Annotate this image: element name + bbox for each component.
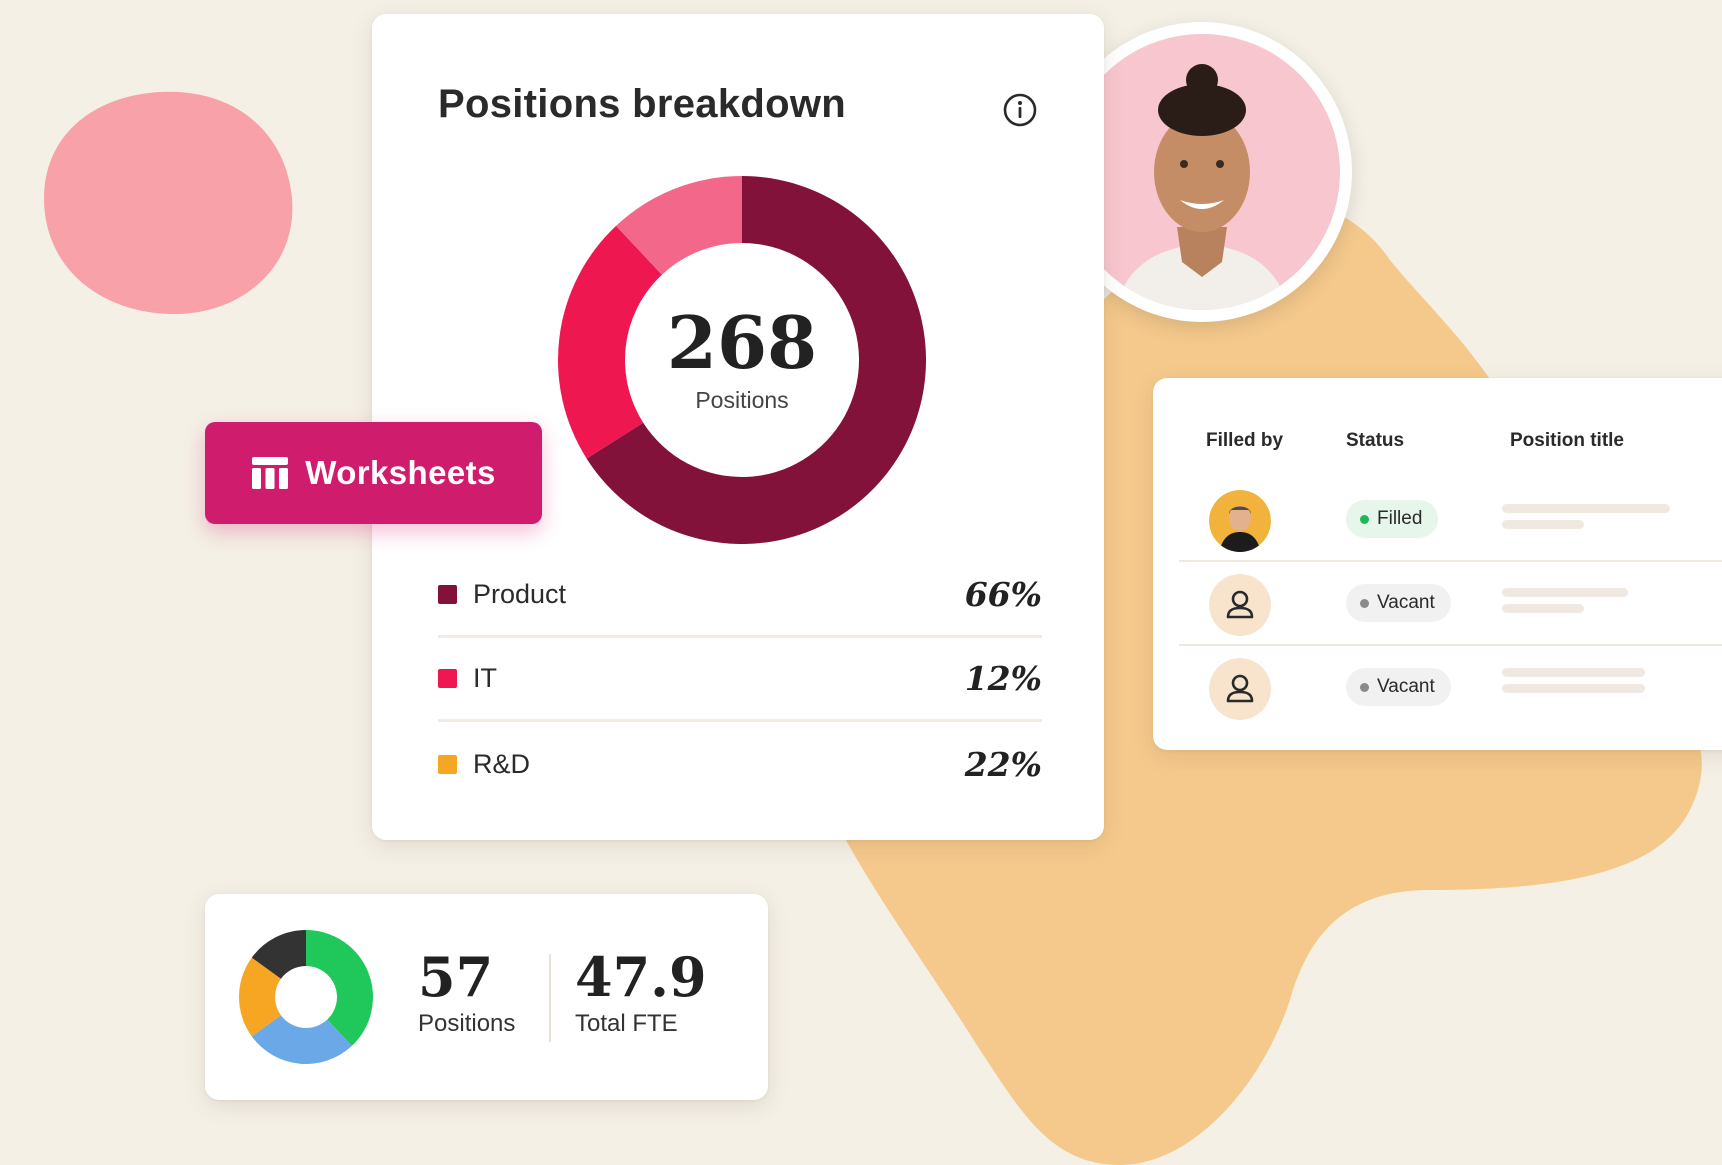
legend-percent: 22% (964, 744, 1042, 784)
legend-label: R&D (473, 748, 531, 779)
table-icon (252, 457, 289, 489)
legend-swatch (438, 754, 457, 774)
status-dot (1360, 514, 1369, 524)
positions-count: 57 (418, 945, 494, 1009)
legend-label: Product (473, 579, 567, 609)
worksheets-label: Worksheets (305, 454, 496, 491)
title-placeholder-line (1502, 588, 1628, 597)
title-placeholder-line (1502, 520, 1584, 529)
table-row[interactable]: Vacant (1179, 562, 1722, 646)
summary-stats-card: 57 Positions 47.9 Total FTE (205, 894, 768, 1100)
legend-label: IT (473, 663, 497, 693)
user-icon (1209, 574, 1271, 636)
user-icon (1209, 658, 1271, 720)
title-placeholder-line (1502, 684, 1645, 693)
total-positions-value: 268 (666, 299, 818, 385)
status-label: Filled (1377, 508, 1423, 529)
status-label: Vacant (1377, 676, 1435, 697)
positions-label: Positions (418, 1010, 516, 1037)
status-dot (1360, 682, 1369, 692)
status-dot (1360, 598, 1369, 608)
legend-swatch (438, 585, 457, 604)
legend-percent: 12% (964, 659, 1042, 698)
stat-divider (549, 954, 551, 1042)
legend-percent: 66% (964, 575, 1042, 614)
total-positions-caption: Positions (695, 386, 789, 413)
table-row[interactable]: Vacant (1179, 646, 1722, 730)
total-fte-value: 47.9 (575, 945, 707, 1009)
table-row[interactable]: Filled (1179, 478, 1722, 562)
pink-blob-decoration (44, 91, 293, 315)
mini-donut-chart (239, 930, 373, 1064)
positions-stat: 57 Positions (418, 950, 515, 1038)
donut-center: 268 Positions (558, 176, 926, 544)
column-header-filled-by[interactable]: Filled by (1206, 430, 1283, 452)
person-photo-icon (1209, 490, 1271, 552)
card-title: Positions breakdown (438, 82, 846, 126)
positions-table-card: Filled by Status Position title Filled V… (1153, 378, 1722, 750)
title-placeholder-line (1502, 668, 1645, 677)
legend-row-it: IT 12% (438, 638, 1042, 722)
title-placeholder-line (1502, 604, 1584, 613)
legend-row-product: Product 66% (438, 554, 1042, 638)
status-label: Vacant (1377, 592, 1435, 613)
column-header-position-title[interactable]: Position title (1510, 430, 1624, 452)
fte-stat: 47.9 Total FTE (575, 950, 707, 1038)
status-badge: Filled (1346, 500, 1439, 538)
title-placeholder-line (1502, 504, 1670, 513)
legend-swatch (438, 669, 457, 688)
column-header-status[interactable]: Status (1346, 430, 1404, 452)
legend-row-rnd: R&D 22% (438, 722, 1042, 806)
info-icon[interactable] (1002, 92, 1038, 128)
total-fte-label: Total FTE (575, 1010, 678, 1037)
status-badge: Vacant (1346, 668, 1451, 706)
status-badge: Vacant (1346, 584, 1451, 622)
worksheets-button[interactable]: Worksheets (205, 422, 542, 524)
